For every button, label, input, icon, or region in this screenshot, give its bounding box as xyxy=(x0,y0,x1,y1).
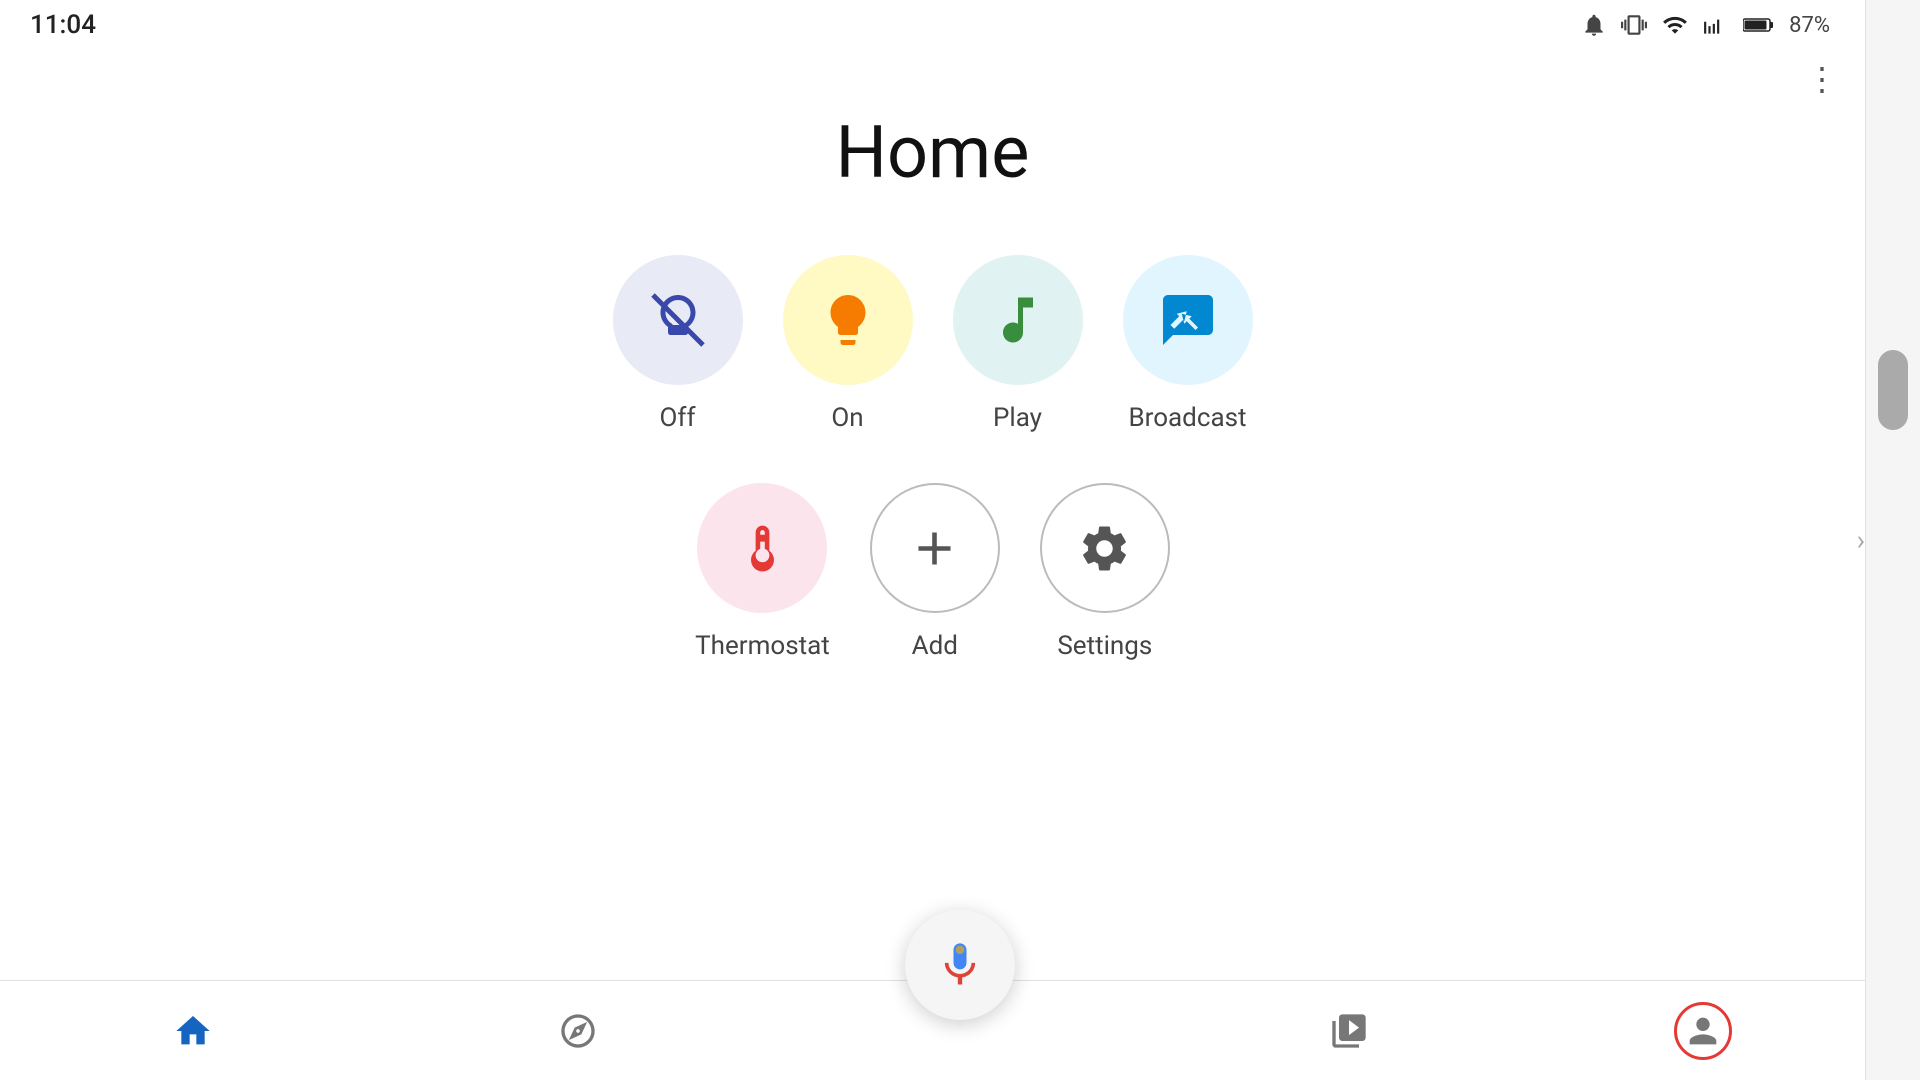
settings-label: Settings xyxy=(1057,631,1152,661)
add-icon-circle xyxy=(870,483,1000,613)
microphone-fab[interactable] xyxy=(905,910,1015,1020)
status-time: 11:04 xyxy=(30,10,96,40)
action-play[interactable]: Play xyxy=(953,255,1083,433)
thermostat-icon xyxy=(735,521,790,576)
off-icon-circle xyxy=(613,255,743,385)
broadcast-label: Broadcast xyxy=(1128,403,1246,433)
nav-media[interactable] xyxy=(1289,1001,1409,1061)
lightbulb-off-icon xyxy=(648,290,708,350)
thermostat-label: Thermostat xyxy=(695,631,830,661)
scroll-thumb[interactable] xyxy=(1878,350,1908,430)
action-thermostat[interactable]: Thermostat xyxy=(695,483,830,661)
nav-account[interactable] xyxy=(1674,1002,1732,1060)
nav-home[interactable] xyxy=(133,1001,253,1061)
wifi-icon xyxy=(1661,12,1689,38)
action-add[interactable]: Add xyxy=(870,483,1000,661)
action-off[interactable]: Off xyxy=(613,255,743,433)
on-icon-circle xyxy=(783,255,913,385)
play-label: Play xyxy=(993,403,1042,433)
home-nav-icon xyxy=(173,1011,213,1051)
account-nav-icon xyxy=(1683,1011,1723,1051)
action-broadcast[interactable]: Broadcast xyxy=(1123,255,1253,433)
status-bar: 11:04 87% xyxy=(0,0,1860,50)
alarm-icon xyxy=(1581,12,1607,38)
main-content: Home Off On xyxy=(0,50,1865,980)
page-title: Home xyxy=(836,110,1030,195)
settings-icon-circle xyxy=(1040,483,1170,613)
broadcast-icon xyxy=(1158,290,1218,350)
battery-icon xyxy=(1743,14,1775,36)
action-on[interactable]: On xyxy=(783,255,913,433)
status-icons: 87% xyxy=(1581,12,1830,38)
vibrate-icon xyxy=(1621,12,1647,38)
nav-explore[interactable] xyxy=(518,1001,638,1061)
right-scrollbar xyxy=(1865,0,1920,1080)
add-label: Add xyxy=(912,631,958,661)
action-settings[interactable]: Settings xyxy=(1040,483,1170,661)
explore-nav-icon xyxy=(558,1011,598,1051)
lightbulb-on-icon xyxy=(818,290,878,350)
media-nav-icon xyxy=(1329,1011,1369,1051)
on-label: On xyxy=(831,403,863,433)
battery-percentage: 87% xyxy=(1789,13,1830,38)
play-icon-circle xyxy=(953,255,1083,385)
off-label: Off xyxy=(660,403,696,433)
music-note-icon xyxy=(988,290,1048,350)
signal-icon xyxy=(1703,12,1729,38)
broadcast-icon-circle xyxy=(1123,255,1253,385)
microphone-icon xyxy=(934,939,986,991)
thermostat-icon-circle xyxy=(697,483,827,613)
settings-gear-icon xyxy=(1077,521,1132,576)
quick-actions-row-1: Off On Play xyxy=(613,255,1253,433)
quick-actions-row-2: Thermostat Add Settings xyxy=(695,483,1170,661)
add-icon xyxy=(907,521,962,576)
